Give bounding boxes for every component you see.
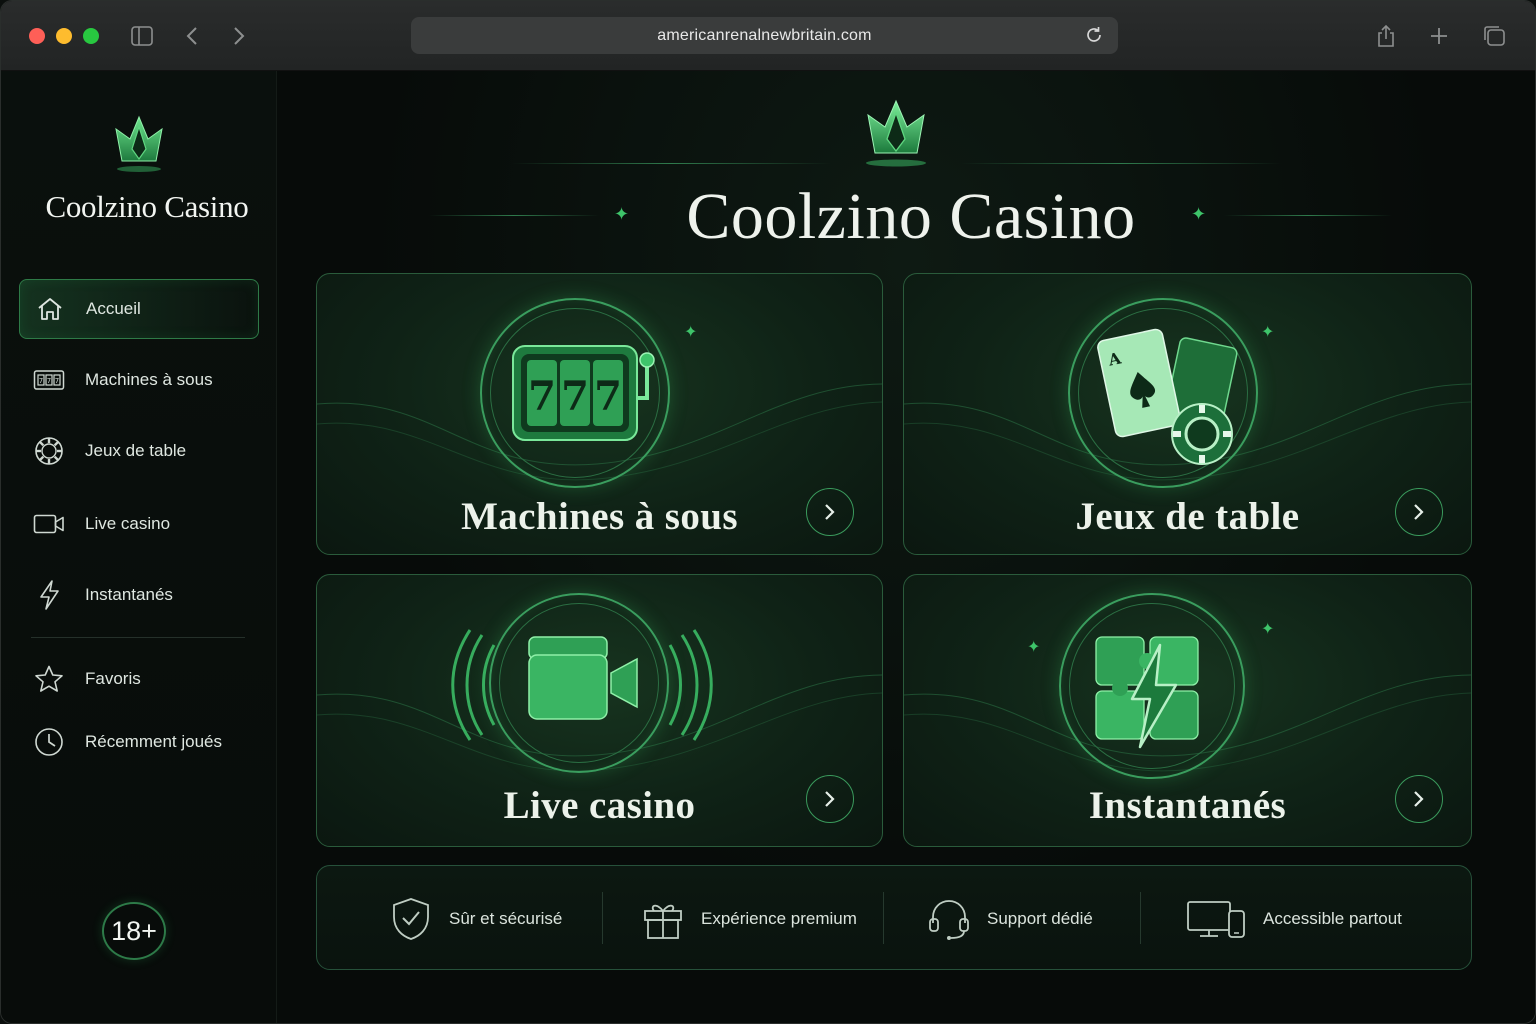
sparkle-icon: ✦	[1261, 324, 1275, 341]
sparkle-icon: ✦	[1261, 621, 1275, 638]
sidebar-item-label: Machines à sous	[85, 370, 213, 389]
sidebar-item-instantanes[interactable]: Instantanés	[19, 565, 259, 625]
crown-logo-icon	[106, 113, 172, 179]
tab-overview-icon[interactable]	[1481, 23, 1507, 49]
chevron-right-icon[interactable]	[806, 775, 854, 823]
feature-divider	[602, 892, 603, 944]
category-card-live-casino[interactable]: Live casino	[316, 574, 883, 847]
sidebar-item-label: Favoris	[85, 669, 141, 688]
sidebar-brand: Coolzino Casino	[45, 189, 249, 224]
browser-window: americanrenalnewbritain.com Coolzino Cas…	[0, 0, 1536, 1024]
video-camera-icon	[33, 508, 65, 540]
shield-check-icon	[389, 897, 433, 941]
svg-text:7: 7	[55, 377, 59, 385]
svg-text:7: 7	[47, 377, 51, 385]
card-title: Jeux de table	[1075, 495, 1300, 538]
sidebar-divider	[31, 637, 245, 638]
category-card-jeux-de-table[interactable]: A ✦ Jeux de table	[903, 273, 1472, 555]
category-card-instantanes[interactable]: ✦ ✦ Instantanés	[903, 574, 1472, 847]
chevron-right-icon[interactable]	[1395, 775, 1443, 823]
card-title: Machines à sous	[461, 495, 738, 538]
chevron-right-icon[interactable]	[806, 488, 854, 536]
svg-text:7: 7	[39, 377, 43, 385]
feature-item: Sûr et sécurisé	[389, 866, 562, 971]
sparkle-icon: ✦	[1027, 639, 1041, 656]
close-window-button[interactable]	[29, 28, 45, 44]
card-title: Live casino	[503, 784, 696, 827]
crown-logo-icon	[856, 99, 936, 171]
features-bar: Sûr et sécurisé Expérience premium Suppo…	[316, 865, 1472, 970]
slot-machine-icon: 777	[33, 364, 65, 396]
sparkle-icon: ✦	[684, 324, 698, 341]
playing-cards-icon: A	[1094, 324, 1244, 479]
star-icon	[33, 663, 65, 695]
maximize-window-button[interactable]	[83, 28, 99, 44]
browser-titlebar: americanrenalnewbritain.com	[1, 1, 1535, 71]
hero-divider-line	[511, 163, 831, 164]
slot-machine-icon: 7 7 7	[507, 338, 667, 453]
feature-item: Accessible partout	[1185, 866, 1402, 971]
feature-label: Sûr et sécurisé	[449, 908, 563, 928]
poker-chip-icon	[33, 435, 65, 467]
feature-divider	[883, 892, 884, 944]
feature-label: Accessible partout	[1263, 908, 1402, 928]
reload-icon[interactable]	[1084, 25, 1104, 45]
svg-text:7: 7	[594, 373, 622, 420]
home-icon	[34, 293, 66, 325]
sidebar-item-label: Live casino	[85, 514, 171, 533]
forward-arrow-icon[interactable]	[226, 23, 252, 49]
card-title: Instantanés	[1088, 784, 1287, 827]
hero-divider-line	[1224, 215, 1392, 216]
lightning-icon	[33, 579, 65, 611]
url-text: americanrenalnewbritain.com	[657, 26, 872, 44]
feature-item: Expérience premium	[641, 866, 857, 971]
video-camera-icon	[527, 635, 647, 730]
svg-text:7: 7	[528, 373, 556, 420]
new-tab-icon[interactable]	[1426, 23, 1452, 49]
feature-item: Support dédié	[927, 866, 1093, 971]
sidebar-item-favoris[interactable]: Favoris	[19, 649, 259, 709]
feature-divider	[1140, 892, 1141, 944]
category-card-machines[interactable]: 7 7 7 ✦ Machines à sous	[316, 273, 883, 555]
sidebar-item-accueil[interactable]: Accueil	[19, 279, 259, 339]
sidebar-item-label: Accueil	[86, 299, 141, 318]
age-restriction-badge: 18+	[102, 902, 166, 960]
sidebar-item-label: Jeux de table	[85, 441, 187, 460]
sidebar-item-label: Récemment joués	[85, 732, 223, 751]
sidebar-item-label: Instantanés	[85, 585, 173, 604]
hero-divider-line	[429, 215, 599, 216]
hero-divider-line	[961, 163, 1281, 164]
back-arrow-icon[interactable]	[179, 23, 205, 49]
feature-label: Support dédié	[987, 908, 1093, 928]
sidebar-item-machines[interactable]: 777 Machines à sous	[19, 350, 259, 410]
clock-icon	[33, 726, 65, 758]
puzzle-lightning-icon	[1094, 633, 1204, 758]
sidebar-item-jeux-de-table[interactable]: Jeux de table	[19, 421, 259, 481]
gift-icon	[641, 897, 685, 941]
share-icon[interactable]	[1373, 23, 1399, 49]
page-title: Coolzino Casino	[686, 180, 1136, 253]
feature-label: Expérience premium	[701, 908, 857, 928]
svg-text:7: 7	[561, 373, 589, 420]
address-bar[interactable]: americanrenalnewbritain.com	[411, 17, 1118, 54]
chevron-right-icon[interactable]	[1395, 488, 1443, 536]
minimize-window-button[interactable]	[56, 28, 72, 44]
sidebar-item-live-casino[interactable]: Live casino	[19, 494, 259, 554]
sidebar-item-recemment-joues[interactable]: Récemment joués	[19, 712, 259, 772]
devices-icon	[1185, 897, 1247, 941]
sidebar-toggle-icon[interactable]	[129, 23, 155, 49]
headset-icon	[927, 897, 971, 941]
